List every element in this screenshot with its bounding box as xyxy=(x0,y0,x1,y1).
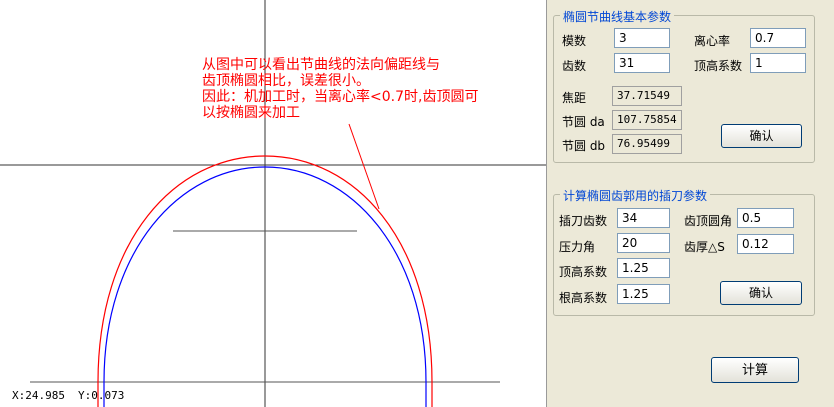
ellipse-params-title: 椭圆节曲线基本参数 xyxy=(560,8,675,25)
cutter-addendum-label: 顶高系数 xyxy=(559,265,608,279)
pitch-da-value: 107.75854 xyxy=(612,110,682,130)
pressure-angle-label: 压力角 xyxy=(559,240,596,254)
annotation-line: 因此：机加工时，当离心率<0.7时,齿顶圆可 xyxy=(202,89,479,105)
pitch-db-value: 76.95499 xyxy=(612,134,682,154)
pitch-db-label: 节圆 db xyxy=(562,139,606,153)
cutter-dedendum-label: 根高系数 xyxy=(559,291,608,305)
tooth-thickness-label: 齿厚△S xyxy=(684,240,725,254)
cutter-confirm-button[interactable]: 确认 xyxy=(720,281,802,305)
cutter-addendum-input[interactable] xyxy=(617,258,670,278)
annotation-line: 从图中可以看出节曲线的法向偏距线与 xyxy=(202,57,440,73)
drawing-canvas[interactable]: 从图中可以看出节曲线的法向偏距线与 齿顶椭圆相比，误差很小。 因此：机加工时，当… xyxy=(0,0,547,407)
cutter-params-group: 计算椭圆齿郭用的插刀参数 插刀齿数 齿顶圆角 压力角 齿厚△S 顶高系数 根高系… xyxy=(553,187,815,316)
cutter-teeth-input[interactable] xyxy=(617,208,670,228)
pitch-da-label: 节圆 da xyxy=(562,115,605,129)
annotation-line: 齿顶椭圆相比，误差很小。 xyxy=(202,73,370,89)
teeth-count-input[interactable] xyxy=(614,53,670,73)
teeth-count-label: 齿数 xyxy=(562,59,587,73)
cutter-params-title: 计算椭圆齿郭用的插刀参数 xyxy=(560,187,711,204)
pressure-angle-input[interactable] xyxy=(617,233,670,253)
eccentricity-input[interactable] xyxy=(750,28,806,48)
status-y-coordinate: Y:0.073 xyxy=(78,389,125,402)
module-label: 模数 xyxy=(562,34,587,48)
ellipse-confirm-button[interactable]: 确认 xyxy=(721,124,802,148)
status-x-coordinate: X:24.985 xyxy=(12,389,65,402)
addendum-coef-label: 顶高系数 xyxy=(694,59,743,73)
annotation-line: 以按椭圆来加工 xyxy=(202,105,300,121)
annotation-text: 从图中可以看出节曲线的法向偏距线与 齿顶椭圆相比，误差很小。 因此：机加工时，当… xyxy=(202,57,532,121)
focal-distance-value: 37.71549 xyxy=(612,86,682,106)
eccentricity-label: 离心率 xyxy=(694,34,731,48)
tooth-thickness-input[interactable] xyxy=(737,234,794,254)
module-input[interactable] xyxy=(614,28,670,48)
calculate-button[interactable]: 计算 xyxy=(711,357,799,383)
tip-radius-label: 齿顶圆角 xyxy=(684,214,733,228)
ellipse-params-group: 椭圆节曲线基本参数 模数 离心率 齿数 顶高系数 焦距 37.71549 节圆 … xyxy=(553,8,815,163)
focal-distance-label: 焦距 xyxy=(562,91,587,105)
tip-radius-input[interactable] xyxy=(737,208,794,228)
cutter-dedendum-input[interactable] xyxy=(617,284,670,304)
addendum-coef-input[interactable] xyxy=(750,53,806,73)
cutter-teeth-label: 插刀齿数 xyxy=(559,214,608,228)
